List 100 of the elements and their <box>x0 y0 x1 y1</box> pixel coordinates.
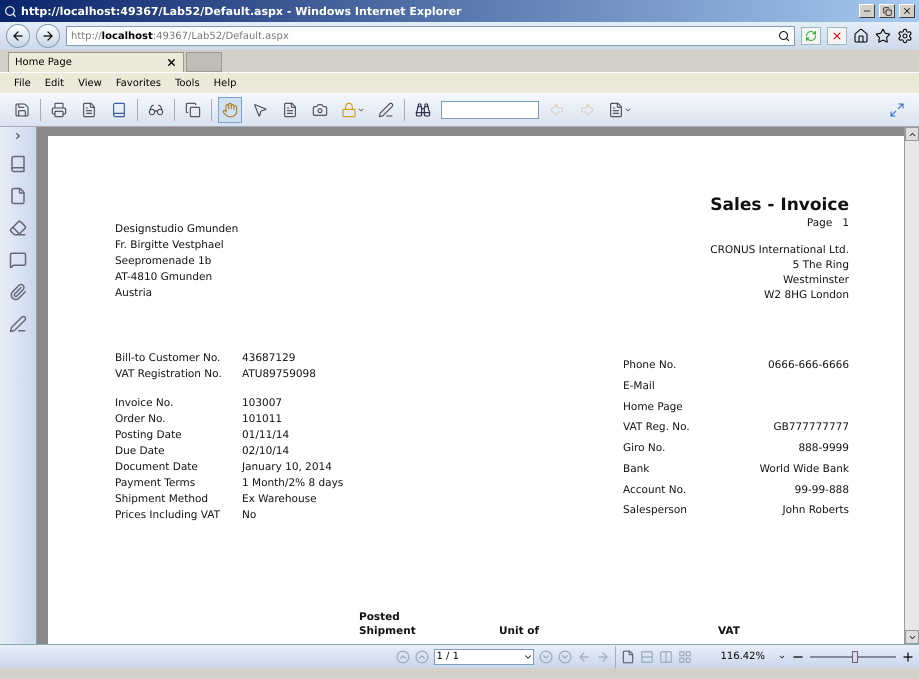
column-header: VAT <box>718 624 741 638</box>
address-line: W2 8HG London <box>764 288 849 303</box>
menu-item[interactable]: Favorites <box>116 78 162 88</box>
book-icon <box>111 102 127 118</box>
close-icon <box>902 6 912 16</box>
page-number: 1 <box>842 216 849 231</box>
refresh-icon <box>805 30 817 42</box>
settings-icon[interactable] <box>897 28 913 44</box>
scroll-up-button[interactable] <box>905 127 919 141</box>
menu-item[interactable]: View <box>78 78 102 88</box>
arrow-left-icon <box>549 102 565 118</box>
browser-tab[interactable]: Home Page <box>8 52 184 72</box>
stop-button[interactable] <box>827 27 847 45</box>
hand-icon <box>222 102 238 118</box>
field-label: Bill-to Customer No. <box>115 351 222 366</box>
printer-icon <box>51 102 67 118</box>
paperclip-icon[interactable] <box>9 283 27 301</box>
document-icon <box>282 102 298 118</box>
pen-icon <box>378 102 394 118</box>
zoom-thumb[interactable] <box>852 650 858 662</box>
field-value: 888-9999 <box>797 441 849 456</box>
close-icon[interactable] <box>166 57 177 68</box>
address-line: Fr. Birgitte Vestphael <box>115 238 225 253</box>
field-label: Due Date <box>115 444 166 459</box>
scrollbar[interactable] <box>904 127 919 644</box>
field-label: Salesperson <box>623 503 688 518</box>
address-line: Austria <box>115 286 154 301</box>
menu-item[interactable]: Help <box>214 78 236 88</box>
field-label: Account No. <box>623 482 688 498</box>
column-header: Posted Shipment <box>359 610 417 638</box>
field-value: GB777777777 <box>772 420 849 436</box>
field-value: 0666-666-6666 <box>766 358 849 373</box>
address-line: Seepromenade 1b <box>115 254 212 269</box>
back-button[interactable] <box>6 24 30 48</box>
field-value: ATU89759098 <box>242 367 317 382</box>
address-line: 5 The Ring <box>792 258 849 273</box>
field-value: 01/11/14 <box>242 428 290 443</box>
field-label: VAT Reg. No. <box>623 420 691 436</box>
minimize-button[interactable] <box>859 4 875 18</box>
forward-button[interactable] <box>36 24 60 48</box>
restore-icon <box>882 6 892 16</box>
menu-item[interactable]: Edit <box>44 78 64 88</box>
field-label: Order No. <box>115 412 167 427</box>
field-label: VAT Registration No. <box>115 367 223 382</box>
field-value: 99-99-888 <box>794 482 849 498</box>
field-label: Invoice No. <box>115 396 174 411</box>
field-value: January 10, 2014 <box>242 460 333 475</box>
scroll-down-button[interactable] <box>905 630 919 644</box>
field-label: Bank <box>623 462 650 477</box>
hand-tool-button[interactable] <box>218 96 242 122</box>
report-title: Sales - Invoice <box>710 194 849 216</box>
field-label: Payment Terms <box>115 476 196 491</box>
pen-icon[interactable] <box>9 315 27 333</box>
book-icon[interactable] <box>9 155 27 173</box>
binoculars-icon <box>415 102 431 118</box>
field-label: Phone No. <box>623 358 678 373</box>
window-title: http://localhost:49367/Lab52/Default.aspx - Windows Internet Explorer <box>21 4 462 18</box>
field-label: E-Mail <box>623 378 656 394</box>
field-label: Posting Date <box>115 428 183 443</box>
field-value: No <box>242 508 258 523</box>
arrow-right-icon <box>41 29 55 43</box>
address-line: CRONUS International Ltd. <box>710 243 849 258</box>
field-value: 43687129 <box>242 351 296 366</box>
field-value: Ex Warehouse <box>242 492 318 507</box>
address-line: Designstudio Gmunden <box>115 222 238 237</box>
home-icon[interactable] <box>853 28 869 44</box>
pointer-icon <box>252 102 268 118</box>
page-field[interactable]: 1 / 1 <box>434 648 534 664</box>
menu-item[interactable]: Tools <box>175 78 200 88</box>
zoom-in-icon[interactable] <box>901 650 915 664</box>
page-icon[interactable] <box>9 187 27 205</box>
restore-button[interactable] <box>879 4 895 18</box>
single-page-icon[interactable] <box>620 650 634 664</box>
find-field[interactable] <box>441 100 539 118</box>
address-line: AT-4810 Gmunden <box>115 270 214 285</box>
close-icon <box>831 30 843 42</box>
column-header: Unit of <box>499 624 540 638</box>
field-value: World Wide Bank <box>758 462 849 477</box>
document-icon <box>81 102 97 118</box>
field-value: 103007 <box>242 396 284 411</box>
field-label: Shipment Method <box>115 492 210 507</box>
star-icon[interactable] <box>875 28 891 44</box>
field-value: 1 Month/2% 8 days <box>242 476 344 491</box>
menu-item[interactable]: File <box>14 78 31 88</box>
comment-icon[interactable] <box>9 251 27 269</box>
lock-icon <box>341 102 357 118</box>
page-label: Page <box>806 216 832 231</box>
field-label: Prices Including VAT <box>115 508 222 523</box>
close-button[interactable] <box>899 4 915 18</box>
camera-icon <box>312 102 328 118</box>
search-icon[interactable] <box>778 30 790 42</box>
expand-icon <box>889 102 905 118</box>
arrow-right-icon <box>579 102 595 118</box>
zoom-level: 116.42% <box>720 651 765 662</box>
address-field[interactable]: http://localhost:49367/Lab52/Default.aspx <box>66 26 795 46</box>
refresh-button[interactable] <box>801 27 821 45</box>
document-icon <box>608 102 624 118</box>
field-value: John Roberts <box>781 503 849 518</box>
eraser-icon[interactable] <box>9 219 27 237</box>
field-value: 02/10/14 <box>242 444 290 459</box>
